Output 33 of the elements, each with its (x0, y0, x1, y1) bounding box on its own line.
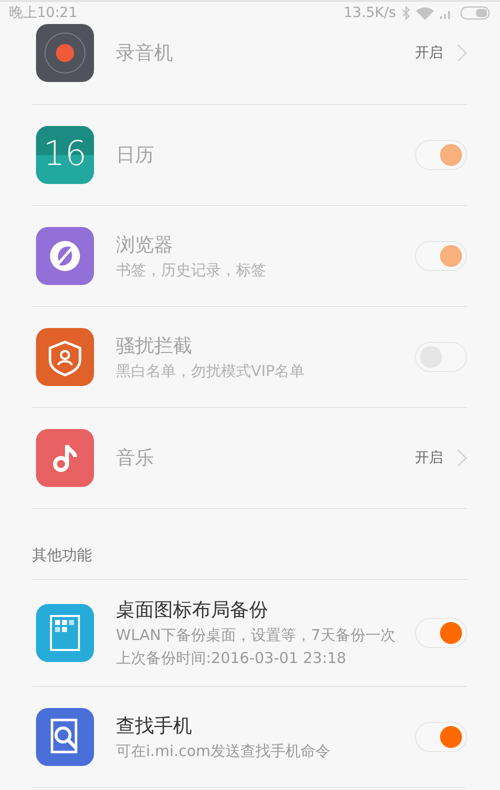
toggle-switch[interactable] (415, 618, 467, 648)
setting-title: 浏览器 (116, 232, 174, 258)
wifi-icon (416, 6, 434, 20)
status-value: 开启 (415, 449, 443, 467)
setting-row[interactable]: 桌面图标布局备份 WLAN下备份桌面，设置等，7天备份一次 上次备份时间:2016-03-01 23:18 (32, 580, 467, 687)
network-speed: 13.5K/s (344, 5, 396, 21)
setting-description: 黑白名单，勿扰模式VIP名单 (116, 360, 306, 382)
setting-title: 录音机 (116, 41, 174, 66)
calendar-icon: 16 (36, 126, 94, 184)
setting-description: WLAN下备份桌面，设置等，7天备份一次 (116, 625, 397, 646)
setting-description: 书签，历史记录，标签 (116, 260, 267, 280)
magnifier-icon (36, 708, 94, 766)
status-time: 晚上10:21 (9, 4, 78, 22)
bluetooth-icon (402, 6, 410, 20)
status-value: 开启 (415, 44, 443, 62)
setting-row[interactable]: 查找手机 可在i.mi.com发送查找手机命令 (32, 687, 467, 788)
chevron-icon (457, 449, 467, 467)
browser-icon (36, 227, 94, 285)
backup-time: 上次备份时间:2016-03-01 23:18 (116, 648, 348, 669)
record-icon (36, 24, 94, 82)
setting-title: 日历 (116, 143, 155, 168)
chevron-icon (457, 44, 467, 62)
setting-title: 音乐 (116, 446, 155, 471)
grid-icon (36, 604, 94, 662)
music-note-icon (36, 429, 94, 487)
setting-title: 查找手机 (116, 714, 193, 738)
setting-title: 骚扰拦截 (116, 334, 193, 358)
toggle-switch[interactable] (415, 722, 467, 752)
battery-icon (460, 6, 492, 20)
section-header: 其他功能 (32, 509, 468, 580)
shield-icon (36, 328, 94, 386)
setting-title: 桌面图标布局备份 (116, 598, 269, 623)
setting-description: 可在i.mi.com发送查找手机命令 (116, 740, 332, 762)
